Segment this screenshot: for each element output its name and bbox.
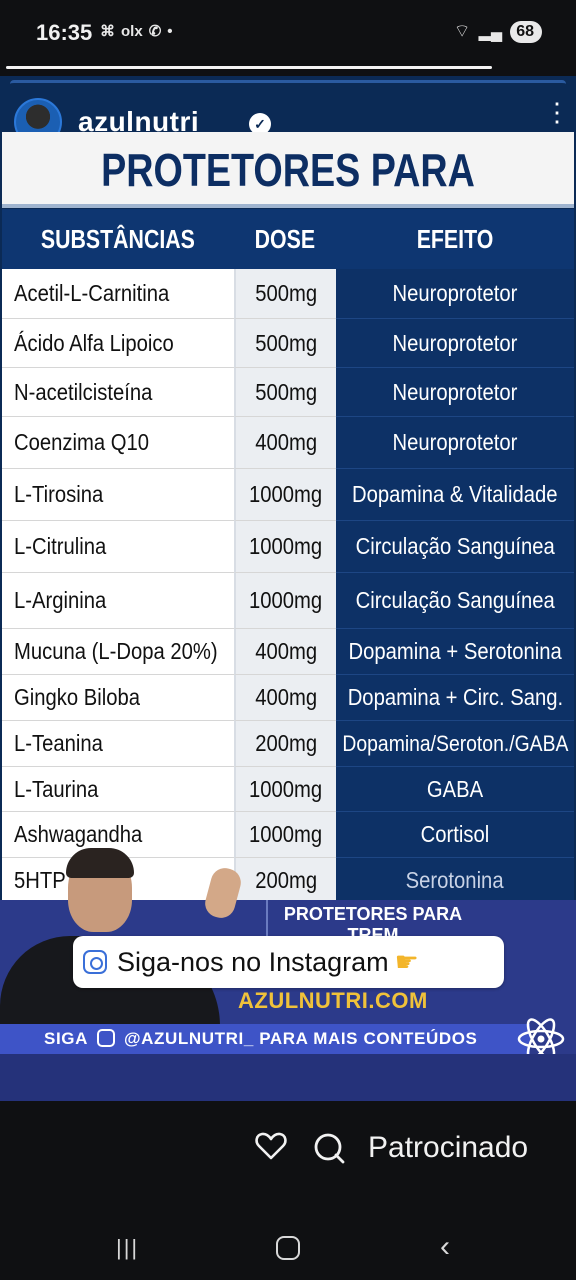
dose-cell: 500mg: [234, 319, 336, 368]
table-row: Coenzima Q10 400mg Neuroprotetor: [2, 417, 574, 469]
recent-apps-button[interactable]: |||: [116, 1235, 139, 1261]
dose-cell: 1000mg: [234, 521, 336, 573]
substance-cell: L-Tirosina: [2, 469, 234, 521]
pointing-hand: [202, 864, 244, 922]
olx-icon: olx: [121, 22, 143, 40]
header-effect: EFEITO PRINCIPAL: [398, 224, 511, 314]
effect-cell: Dopamina + Circ. Sang.: [336, 675, 574, 721]
home-button[interactable]: [276, 1236, 300, 1260]
table-header: SUBSTÂNCIAS DOSE EFEITO PRINCIPAL: [2, 209, 574, 314]
pointing-hand-icon: ☛: [394, 946, 419, 977]
dose-cell: 500mg: [234, 368, 336, 417]
dose-cell: 1000mg: [234, 469, 336, 521]
screen: 16:35 ⌘ olx ✆ • ⌔ ▂▄ 68 azulnutri ✓ ⋮ PR…: [0, 0, 576, 1280]
signal-icon: ▂▄: [478, 23, 503, 41]
effect-cell: Neuroprotetor: [336, 269, 574, 319]
dose-cell: 1000mg: [234, 812, 336, 858]
dose-cell: 500mg: [234, 269, 336, 319]
header-substances: SUBSTÂNCIAS: [40, 224, 195, 254]
story-frame-top: [10, 80, 566, 94]
heart-icon[interactable]: [254, 1129, 288, 1163]
comment-icon[interactable]: [312, 1131, 346, 1165]
status-bar: 16:35 ⌘ olx ✆ • ⌔ ▂▄ 68: [0, 0, 576, 69]
effect-cell: Neuroprotetor: [336, 417, 574, 469]
story-actions: Patrocinado: [0, 1101, 576, 1196]
dose-cell: 1000mg: [234, 767, 336, 812]
follow-bar: SIGA @AZULNUTRI_ PARA MAIS CONTEÚDOS: [0, 1024, 530, 1054]
dose-cell: 400mg: [234, 417, 336, 469]
ip-icon: ⌘: [100, 23, 115, 40]
effect-cell: Circulação Sanguínea: [336, 521, 574, 573]
effect-cell: Serotonina: [336, 858, 574, 904]
table-row: N-acetilcisteína 500mg Neuroprotetor: [2, 368, 574, 417]
site-url: AZULNUTRI.COM: [238, 988, 428, 1013]
table-row: L-Tirosina 1000mg Dopamina & Vitalidade: [2, 469, 574, 521]
cta-label: Siga-nos no Instagram: [117, 946, 389, 977]
dose-cell: 400mg: [234, 675, 336, 721]
instagram-icon: [83, 950, 107, 974]
substance-cell: L-Taurina: [2, 767, 234, 812]
status-notification-icons: ⌘ olx ✆ •: [100, 22, 173, 41]
header-dose: DOSE: [254, 224, 316, 254]
promo-footer: [0, 1054, 576, 1101]
back-button[interactable]: ‹: [440, 1230, 450, 1264]
table-body: Acetil-L-Carnitina 500mg Neuroprotetor Á…: [2, 269, 574, 904]
status-system-icons: ⌔ ▂▄ 68: [454, 20, 542, 43]
more-options-icon[interactable]: ⋮: [544, 99, 570, 125]
table-row: L-Taurina 1000mg GABA: [2, 767, 574, 812]
effect-cell: Circulação Sanguínea: [336, 573, 574, 629]
effect-cell: Cortisol: [336, 812, 574, 858]
table-row: Acetil-L-Carnitina 500mg Neuroprotetor: [2, 269, 574, 319]
effect-cell: Dopamina & Vitalidade: [336, 469, 574, 521]
substance-cell: Ácido Alfa Lipoico: [2, 319, 234, 368]
substance-cell: L-Arginina: [2, 573, 234, 629]
table-row: Mucuna (L-Dopa 20%) 400mg Dopamina + Ser…: [2, 629, 574, 675]
story-progress-bar: [6, 66, 492, 69]
table-row: L-Teanina 200mg Dopamina/Seroton./GABA: [2, 721, 574, 767]
substance-cell: N-acetilcisteína: [2, 368, 234, 417]
effect-cell: Neuroprotetor: [336, 368, 574, 417]
table-row: L-Citrulina 1000mg Circulação Sanguínea: [2, 521, 574, 573]
table-row: Ácido Alfa Lipoico 500mg Neuroprotetor: [2, 319, 574, 368]
substance-cell: Mucuna (L-Dopa 20%): [2, 629, 234, 675]
table-row: L-Arginina 1000mg Circulação Sanguínea: [2, 573, 574, 629]
substance-cell: L-Citrulina: [2, 521, 234, 573]
dose-cell: 200mg: [234, 858, 336, 904]
table-row: Gingko Biloba 400mg Dopamina + Circ. San…: [2, 675, 574, 721]
system-nav-bar: ||| ‹: [0, 1210, 576, 1280]
effect-cell: Neuroprotetor: [336, 319, 574, 368]
effect-cell: Dopamina + Serotonina: [336, 629, 574, 675]
wifi-icon: ⌔: [453, 21, 471, 41]
battery-indicator: 68: [510, 20, 542, 43]
instagram-cta-sticker[interactable]: Siga-nos no Instagram ☛: [73, 936, 504, 988]
promo-banner: PROTETORES PARA TREM AZULNUTRI.COM SIGA …: [0, 848, 576, 1101]
substance-cell: Coenzima Q10: [2, 417, 234, 469]
instagram-icon: [96, 1029, 115, 1047]
substance-cell: L-Teanina: [2, 721, 234, 767]
status-time: 16:35: [36, 20, 93, 45]
whatsapp-icon: ✆: [148, 23, 162, 40]
dose-cell: 1000mg: [234, 573, 336, 629]
substance-cell: Gingko Biloba: [2, 675, 234, 721]
presenter-hair: [66, 848, 134, 878]
dose-cell: 400mg: [234, 629, 336, 675]
effect-cell: GABA: [336, 767, 574, 812]
follow-text: SIGA @AZULNUTRI_ PARA MAIS CONTEÚDOS: [44, 1029, 478, 1048]
title-banner: PROTETORES PARA TREM: [2, 132, 574, 272]
sponsored-label[interactable]: Patrocinado: [368, 1131, 528, 1165]
dose-cell: 200mg: [234, 721, 336, 767]
substance-cell: Acetil-L-Carnitina: [2, 269, 234, 319]
effect-cell: Dopamina/Seroton./GABA: [336, 721, 574, 767]
dot-icon: •: [167, 22, 173, 40]
